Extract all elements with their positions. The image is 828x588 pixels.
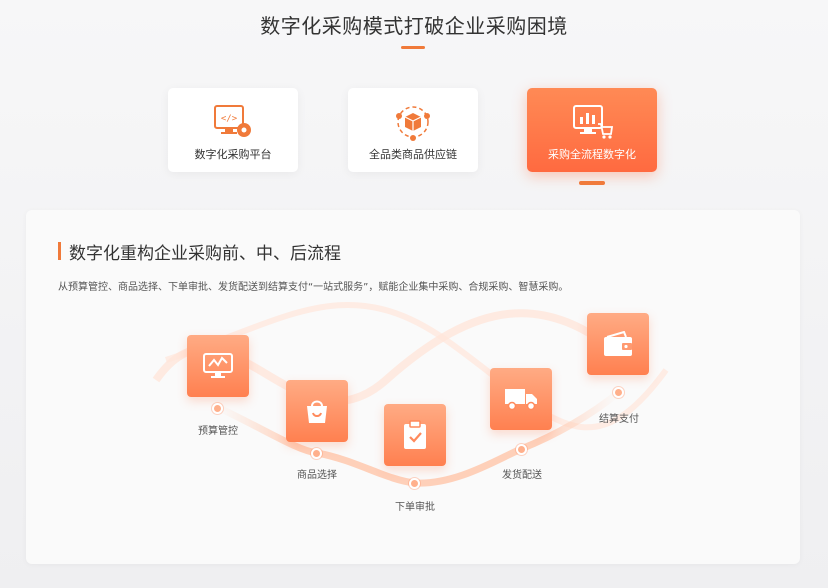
monitor-cart-icon: [573, 105, 614, 139]
cube-network-icon: [396, 106, 430, 141]
step-shipping-delivery: [490, 368, 552, 430]
step-dot: [516, 444, 527, 455]
tab-label: 采购全流程数字化: [548, 148, 636, 161]
step-dot: [212, 403, 223, 414]
step-product-selection: [286, 380, 348, 442]
page-title: 数字化采购模式打破企业采购困境: [260, 14, 568, 38]
step-dot: [613, 387, 624, 398]
monitor-gear-icon: </>: [214, 105, 251, 137]
shopping-bag-icon: [307, 400, 327, 423]
step-settlement-payment: [587, 313, 649, 375]
tab-label: 全品类商品供应链: [369, 148, 457, 161]
tab-procurement-digitalization[interactable]: 采购全流程数字化: [527, 88, 657, 172]
step-label: 预算管控: [198, 426, 238, 437]
step-budget-control: [187, 335, 249, 397]
svg-text:</>: </>: [221, 114, 238, 124]
step-dot: [409, 478, 420, 489]
step-label: 结算支付: [599, 414, 639, 425]
step-order-approval: [384, 404, 446, 466]
wallet-icon: [604, 331, 632, 356]
clipboard-check-icon: [404, 420, 426, 449]
step-label: 下单审批: [395, 502, 435, 513]
truck-icon: [505, 389, 537, 411]
tab-label: 数字化采购平台: [194, 148, 272, 161]
step-label: 发货配送: [502, 470, 542, 481]
content-panel: 数字化重构企业采购前、中、后流程 从预算管控、商品选择、下单审批、发货配送到结算…: [26, 210, 800, 564]
title-underline: [401, 46, 425, 49]
active-tab-indicator: [579, 181, 605, 185]
tab-digital-platform[interactable]: </> 数字化采购平台: [168, 88, 298, 172]
tab-full-category-supply[interactable]: 全品类商品供应链: [348, 88, 478, 172]
step-label: 商品选择: [297, 470, 337, 481]
chart-monitor-icon: [203, 353, 233, 378]
step-dot: [311, 448, 322, 459]
